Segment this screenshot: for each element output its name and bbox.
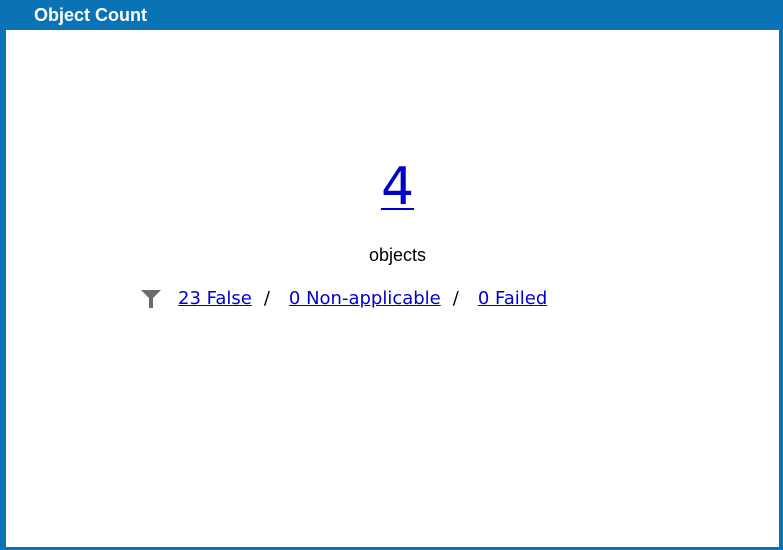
separator: / (452, 288, 459, 309)
panel-title: Object Count (34, 5, 147, 25)
failed-count-link[interactable]: 0 Failed (478, 288, 547, 310)
separator: / (263, 288, 270, 309)
false-count-link[interactable]: 23 False (178, 288, 252, 310)
non-applicable-count-link[interactable]: 0 Non-applicable (289, 288, 441, 310)
object-count-panel: Object Count 4 objects 23 False / 0 Non-… (0, 0, 783, 550)
object-count-label: objects (368, 245, 427, 265)
filter-summary: 23 False / 0 Non-applicable / 0 Failed (140, 286, 547, 312)
object-count-link[interactable]: 4 (6, 155, 783, 219)
filter-funnel-icon (141, 290, 161, 308)
panel-titlebar: Object Count (6, 0, 779, 30)
